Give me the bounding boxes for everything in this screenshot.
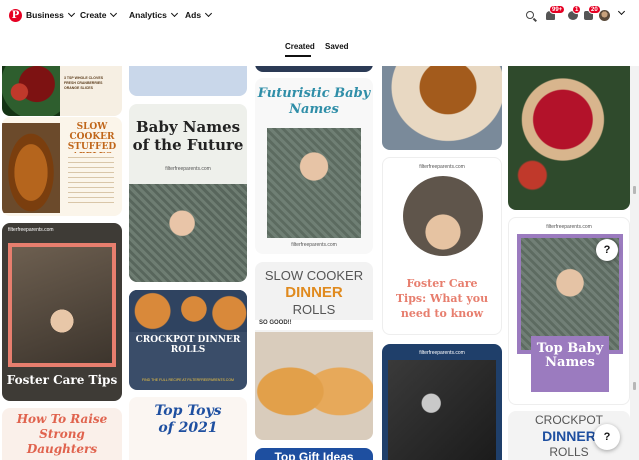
ads-menu[interactable]: Ads bbox=[185, 9, 213, 20]
analytics-label: Analytics bbox=[129, 10, 167, 20]
account-chevron-down-icon[interactable] bbox=[617, 7, 626, 16]
rolls-photo bbox=[255, 332, 373, 440]
baby-photo bbox=[129, 184, 247, 282]
pin-title: Baby Names of the Future bbox=[132, 118, 244, 154]
tag-text: SO GOOD!! bbox=[259, 320, 292, 326]
pin-source-url: filterfreeparents.com bbox=[419, 164, 465, 170]
pin-title: Foster Care Tips bbox=[6, 373, 118, 387]
pin-title-line: ROLLS bbox=[292, 302, 336, 317]
business-menu[interactable]: Business bbox=[26, 9, 75, 20]
pin-title: Top Gift Ideas bbox=[274, 450, 354, 460]
pin-card-sweet-potatoes[interactable] bbox=[382, 66, 502, 150]
pin-card-futuristic-baby[interactable]: Futuristic Baby Names filterfreeparents.… bbox=[255, 78, 373, 254]
recipe-ingredient-list: 3 TSP WHOLE CLOVES FRESH CRANBERRIES ORA… bbox=[64, 76, 120, 91]
profile-tabs: Created Saved bbox=[0, 42, 639, 62]
cider-photo bbox=[2, 66, 60, 116]
pin-source-url: filterfreeparents.com bbox=[546, 224, 592, 230]
ads-label: Ads bbox=[185, 10, 202, 20]
active-tab-indicator bbox=[285, 55, 311, 57]
pin-title: Futuristic Baby Names bbox=[257, 86, 371, 117]
tab-saved[interactable]: Saved bbox=[325, 42, 349, 51]
pin-title: Top Baby Names bbox=[536, 341, 604, 370]
pin-source-url: filterfreeparents.com bbox=[8, 227, 54, 233]
pin-grid: 3 TSP WHOLE CLOVES FRESH CRANBERRIES ORA… bbox=[0, 66, 630, 460]
analytics-menu[interactable]: Analytics bbox=[129, 9, 178, 20]
keys-photo bbox=[388, 360, 496, 460]
scrollbar-thumb[interactable] bbox=[633, 186, 636, 194]
recipe-steps bbox=[68, 153, 114, 203]
chevron-down-icon bbox=[170, 9, 178, 18]
pin-card-slow-cooker-rolls[interactable]: SLOW COOKER DINNER ROLLS SO GOOD!! bbox=[255, 262, 373, 440]
pin-card-baby-names-future[interactable]: Baby Names of the Future filterfreeparen… bbox=[129, 104, 247, 282]
ingredient-line: ORANGE SLICES bbox=[64, 86, 93, 90]
pin-title: Top Toys of 2021 bbox=[154, 403, 222, 436]
search-icon[interactable] bbox=[526, 11, 534, 19]
tab-created[interactable]: Created bbox=[285, 42, 315, 51]
create-menu[interactable]: Create bbox=[80, 9, 118, 20]
notifications-badge: 99+ bbox=[549, 5, 566, 14]
baby-photo bbox=[267, 128, 361, 238]
pin-title-line: DINNER bbox=[285, 284, 343, 301]
pin-card-stuffed-apples[interactable]: SLOW COOKER STUFFED APPLES bbox=[2, 117, 122, 216]
pin-card-keys[interactable]: filterfreeparents.com bbox=[382, 344, 502, 460]
pin-caption: FIND THE FULL RECIPE AT FILTERFREEPARENT… bbox=[142, 378, 234, 382]
top-navigation-bar: P Business Create Analytics Ads 99+ 1 20 bbox=[0, 0, 639, 34]
hands-photo bbox=[403, 176, 483, 256]
pin-card-raise-daughters[interactable]: How To Raise Strong Daughters bbox=[2, 408, 122, 460]
business-label: Business bbox=[26, 10, 64, 20]
pin-title: Foster Care Tips: What you need to know bbox=[395, 277, 489, 320]
hands-photo bbox=[40, 303, 84, 333]
chevron-down-icon bbox=[67, 9, 75, 18]
pin-title-line: SLOW COOKER bbox=[264, 268, 364, 283]
scrollbar-thumb[interactable] bbox=[633, 382, 636, 390]
pin-card-crockpot-rolls[interactable]: CROCKPOT DINNER ROLLS FIND THE FULL RECI… bbox=[129, 290, 247, 390]
pin-source-url: filterfreeparents.com bbox=[419, 350, 465, 356]
pin-card-cider-recipe[interactable]: 3 TSP WHOLE CLOVES FRESH CRANBERRIES ORA… bbox=[2, 66, 122, 116]
chevron-down-icon bbox=[205, 9, 213, 18]
messages-badge: 1 bbox=[572, 5, 582, 14]
pin-title: How To Raise Strong Daughters bbox=[16, 412, 108, 456]
scrollbar[interactable] bbox=[630, 66, 639, 460]
apples-photo bbox=[2, 123, 60, 213]
pin-card-foster-care-tips[interactable]: filterfreeparents.com Foster Care Tips bbox=[2, 223, 122, 401]
pin-card-top-photo[interactable] bbox=[129, 66, 247, 96]
pin-card-mulled-wine[interactable] bbox=[508, 66, 630, 210]
chevron-down-icon bbox=[110, 9, 118, 18]
pin-card-top-toys[interactable]: Top Toys of 2021 bbox=[129, 397, 247, 460]
rolls-photo bbox=[129, 290, 247, 332]
pin-card-top-dark[interactable] bbox=[255, 66, 373, 72]
pinterest-logo-icon[interactable]: P bbox=[9, 9, 22, 22]
create-label: Create bbox=[80, 10, 107, 20]
pin-source-url: filterfreeparents.com bbox=[165, 166, 211, 172]
pin-card-gift-ideas[interactable]: Top Gift Ideas bbox=[255, 448, 373, 460]
pin-source-url: filterfreeparents.com bbox=[291, 242, 337, 248]
pin-card-foster-care-what[interactable]: filterfreeparents.com Foster Care Tips: … bbox=[382, 157, 502, 335]
pin-title: CROCKPOT DINNER ROLLS bbox=[135, 335, 241, 355]
help-button[interactable]: ? bbox=[596, 239, 618, 261]
avatar[interactable] bbox=[599, 10, 610, 21]
help-button[interactable]: ? bbox=[594, 424, 620, 450]
